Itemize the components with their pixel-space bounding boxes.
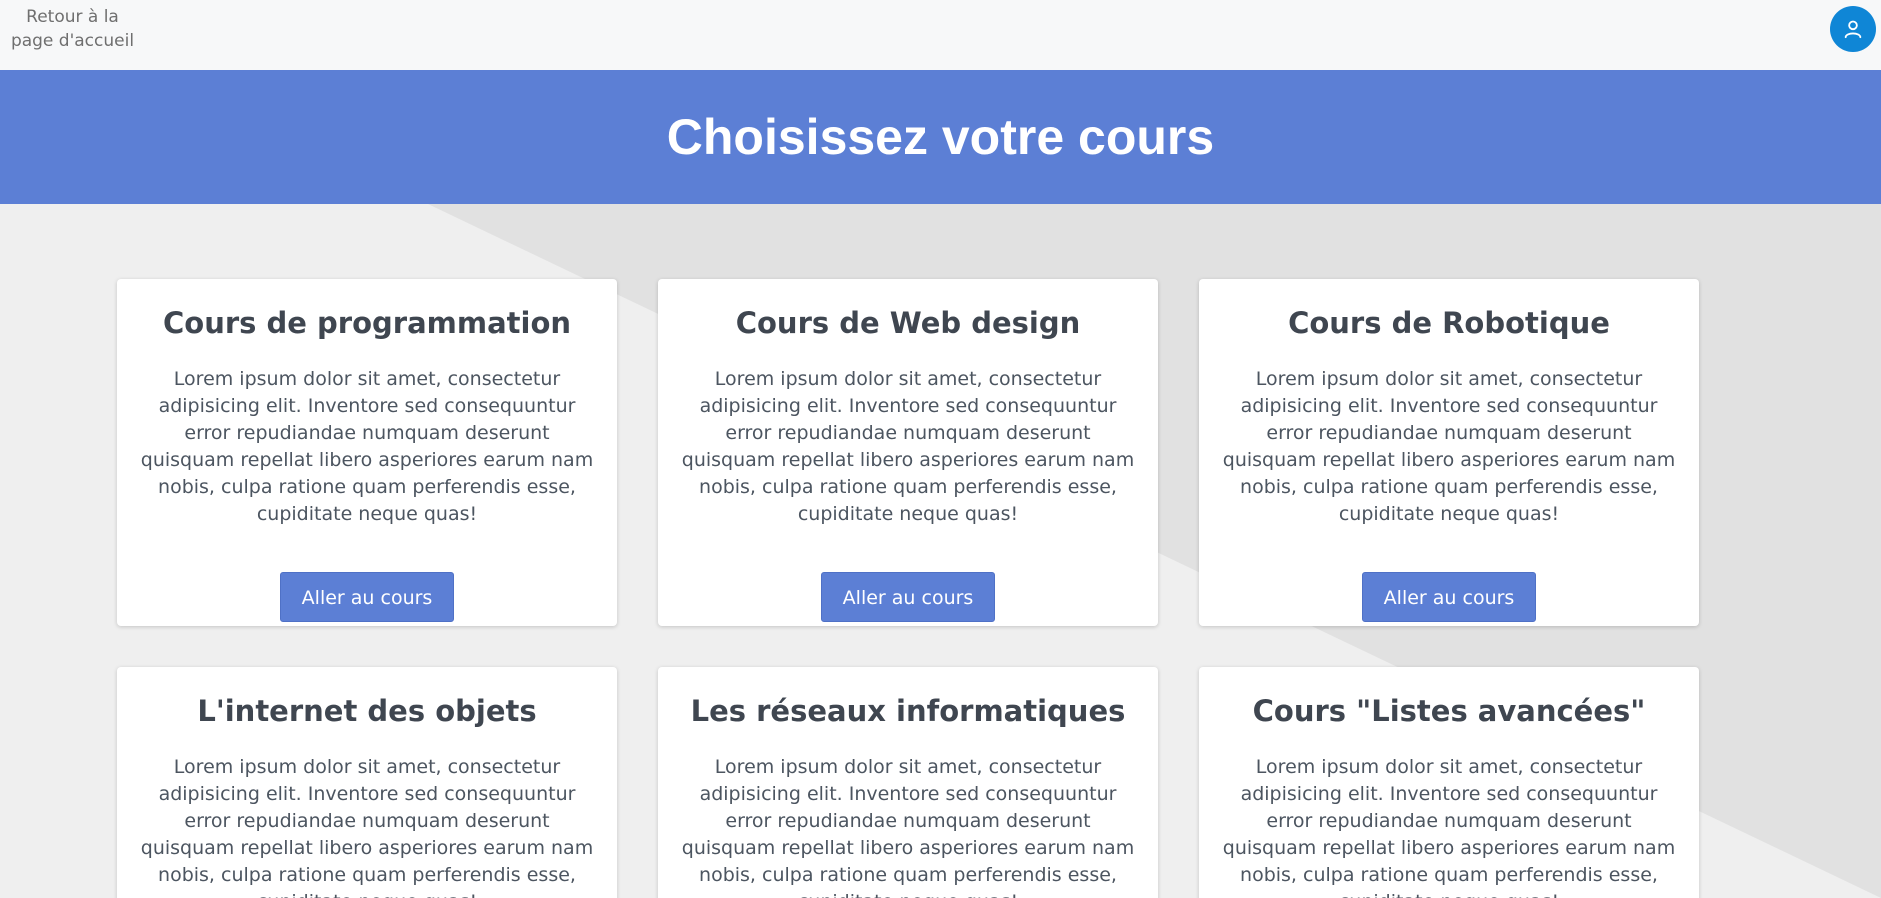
course-card-web-design: Cours de Web design Lorem ipsum dolor si… bbox=[658, 279, 1158, 626]
course-description: Lorem ipsum dolor sit amet, consectetur … bbox=[681, 756, 1135, 898]
course-description: Lorem ipsum dolor sit amet, consectetur … bbox=[1222, 368, 1676, 525]
course-card-robotique: Cours de Robotique Lorem ipsum dolor sit… bbox=[1199, 279, 1699, 626]
back-to-home-link[interactable]: Retour à la page d'accueil bbox=[10, 5, 135, 53]
course-title: L'internet des objets bbox=[197, 694, 537, 728]
course-card-listes-avancees: Cours "Listes avancées" Lorem ipsum dolo… bbox=[1199, 667, 1699, 898]
user-icon bbox=[1844, 20, 1862, 39]
course-card-internet-des-objets: L'internet des objets Lorem ipsum dolor … bbox=[117, 667, 617, 898]
course-card-programmation: Cours de programmation Lorem ipsum dolor… bbox=[117, 279, 617, 626]
hero-banner: Choisissez votre cours bbox=[0, 70, 1881, 204]
course-description: Lorem ipsum dolor sit amet, consectetur … bbox=[140, 368, 594, 525]
course-title: Cours "Listes avancées" bbox=[1252, 694, 1646, 728]
course-title: Les réseaux informatiques bbox=[690, 694, 1126, 728]
course-title: Cours de Robotique bbox=[1288, 306, 1610, 340]
back-link-line2: page d'accueil bbox=[10, 31, 135, 51]
course-title: Cours de Web design bbox=[735, 306, 1081, 340]
course-card-reseaux-informatiques: Les réseaux informatiques Lorem ipsum do… bbox=[658, 667, 1158, 898]
go-to-course-button[interactable]: Aller au cours bbox=[820, 572, 996, 622]
back-link-line1: Retour à la bbox=[26, 7, 119, 27]
go-to-course-button[interactable]: Aller au cours bbox=[279, 572, 455, 622]
user-account-button[interactable] bbox=[1830, 6, 1876, 52]
course-description: Lorem ipsum dolor sit amet, consectetur … bbox=[140, 756, 594, 898]
course-description: Lorem ipsum dolor sit amet, consectetur … bbox=[681, 368, 1135, 525]
go-to-course-button[interactable]: Aller au cours bbox=[1361, 572, 1537, 622]
top-navbar: Retour à la page d'accueil bbox=[0, 0, 1881, 70]
course-description: Lorem ipsum dolor sit amet, consectetur … bbox=[1222, 756, 1676, 898]
page-title: Choisissez votre cours bbox=[666, 109, 1215, 165]
course-title: Cours de programmation bbox=[162, 306, 572, 340]
